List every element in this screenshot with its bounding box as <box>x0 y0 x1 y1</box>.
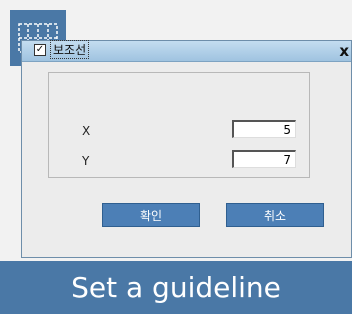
x-label: X <box>82 124 91 138</box>
ok-button[interactable]: 확인 <box>102 203 200 227</box>
guideline-checkbox[interactable]: ✓ <box>34 43 46 56</box>
y-label: Y <box>82 154 90 168</box>
close-button[interactable]: x <box>339 42 349 60</box>
guideline-checkbox-label[interactable]: 보조선 <box>50 40 90 59</box>
caption-banner: Set a guideline <box>0 261 352 314</box>
guideline-checkbox-row[interactable]: ✓ 보조선 <box>34 40 90 59</box>
cancel-button[interactable]: 취소 <box>226 203 324 227</box>
x-input[interactable]: 5 <box>232 120 296 138</box>
y-input[interactable]: 7 <box>232 150 296 168</box>
